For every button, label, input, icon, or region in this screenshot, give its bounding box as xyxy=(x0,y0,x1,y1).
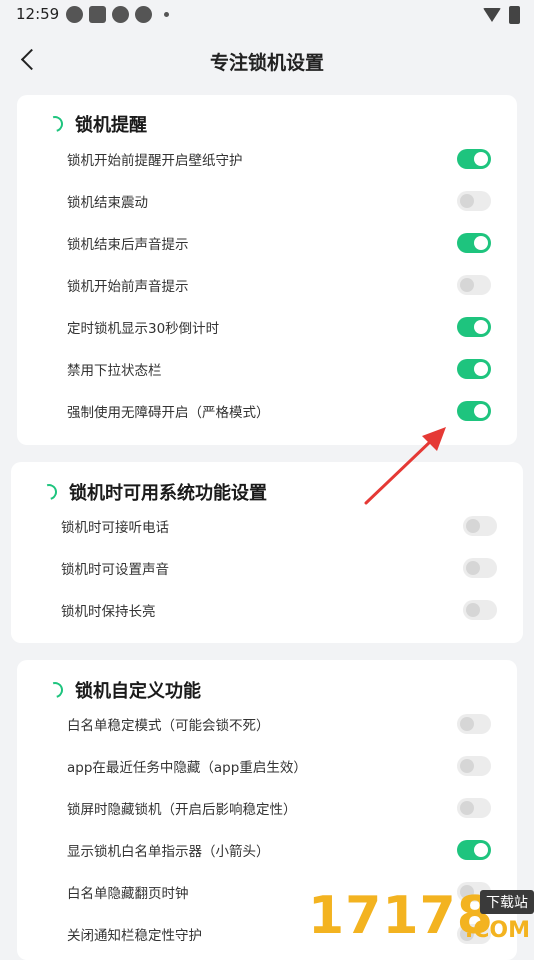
watermark-tag: 下载站 xyxy=(480,890,534,914)
watermark-logo: 17178 下载站 .COM xyxy=(308,880,534,950)
annotation-arrow-icon xyxy=(364,427,446,505)
watermark-domain: .COM xyxy=(464,918,530,943)
